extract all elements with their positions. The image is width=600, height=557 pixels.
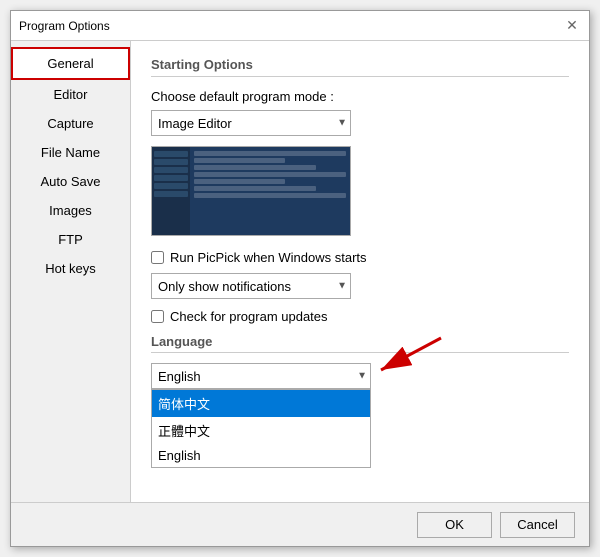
- dialog: Program Options ✕ General Editor Capture…: [10, 10, 590, 547]
- language-select-wrapper: English 简体中文 正體中文 ▼: [151, 363, 371, 389]
- preview-sidebar-item: [154, 151, 188, 157]
- title-bar: Program Options ✕: [11, 11, 589, 41]
- preview-sidebar-item: [154, 191, 188, 197]
- cancel-button[interactable]: Cancel: [500, 512, 575, 538]
- run-picpick-checkbox[interactable]: [151, 251, 164, 264]
- language-container: English 简体中文 正體中文 ▼ 简体中文 正體中文 English: [151, 363, 371, 389]
- program-mode-preview: [151, 146, 351, 236]
- preview-sidebar-item: [154, 167, 188, 173]
- preview-row: [194, 193, 346, 198]
- language-option-simplified[interactable]: 简体中文: [152, 390, 370, 417]
- sidebar-item-capture[interactable]: Capture: [11, 109, 130, 138]
- run-picpick-row: Run PicPick when Windows starts: [151, 250, 569, 265]
- sidebar-item-images[interactable]: Images: [11, 196, 130, 225]
- main-content: Starting Options Choose default program …: [131, 41, 589, 502]
- run-picpick-label: Run PicPick when Windows starts: [170, 250, 367, 265]
- notification-select[interactable]: Only show notifications Show main window…: [151, 273, 351, 299]
- preview-main: [190, 147, 350, 235]
- preview-sidebar-item: [154, 159, 188, 165]
- notification-select-wrapper: Only show notifications Show main window…: [151, 273, 351, 299]
- program-mode-select[interactable]: Image Editor Screen Capture Color Picker: [151, 110, 351, 136]
- preview-sidebar: [152, 147, 190, 235]
- language-option-traditional[interactable]: 正體中文: [152, 417, 370, 444]
- language-section: Language English 简: [151, 334, 569, 389]
- check-updates-checkbox[interactable]: [151, 310, 164, 323]
- dialog-title: Program Options: [19, 19, 110, 33]
- preview-sidebar-item: [154, 183, 188, 189]
- sidebar-item-filename[interactable]: File Name: [11, 138, 130, 167]
- dialog-footer: OK Cancel: [11, 502, 589, 546]
- language-option-english[interactable]: English: [152, 444, 370, 467]
- sidebar-item-ftp[interactable]: FTP: [11, 225, 130, 254]
- program-mode-label: Choose default program mode :: [151, 89, 569, 104]
- program-mode-select-wrapper: Image Editor Screen Capture Color Picker…: [151, 110, 351, 136]
- sidebar: General Editor Capture File Name Auto Sa…: [11, 41, 131, 502]
- language-title: Language: [151, 334, 569, 353]
- language-select[interactable]: English 简体中文 正體中文: [151, 363, 371, 389]
- preview-row: [194, 172, 346, 177]
- preview-row: [194, 179, 285, 184]
- preview-row: [194, 158, 285, 163]
- starting-options-title: Starting Options: [151, 57, 569, 77]
- check-updates-label: Check for program updates: [170, 309, 328, 324]
- sidebar-item-editor[interactable]: Editor: [11, 80, 130, 109]
- sidebar-item-autosave[interactable]: Auto Save: [11, 167, 130, 196]
- preview-sidebar-item: [154, 175, 188, 181]
- close-button[interactable]: ✕: [563, 17, 581, 35]
- sidebar-item-hotkeys[interactable]: Hot keys: [11, 254, 130, 283]
- preview-row: [194, 151, 346, 156]
- sidebar-item-general[interactable]: General: [11, 47, 130, 80]
- preview-row: [194, 186, 316, 191]
- ok-button[interactable]: OK: [417, 512, 492, 538]
- preview-row: [194, 165, 316, 170]
- language-dropdown-open: 简体中文 正體中文 English: [151, 389, 371, 468]
- dialog-body: General Editor Capture File Name Auto Sa…: [11, 41, 589, 502]
- check-updates-row: Check for program updates: [151, 309, 569, 324]
